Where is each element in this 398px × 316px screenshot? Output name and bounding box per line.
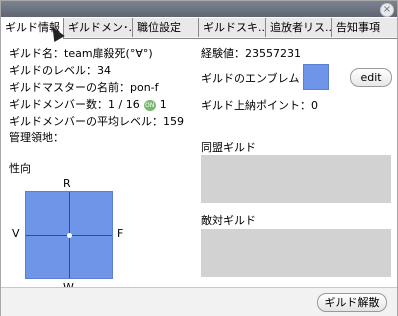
territory: 管理領地： <box>9 131 64 144</box>
online-icon: ON <box>143 100 156 111</box>
tribute-points: ギルド上納ポイント：0 <box>201 99 318 112</box>
tab-position-settings[interactable]: 職位設定 <box>133 18 199 37</box>
guild-level: ギルドのレベル：34 <box>9 64 111 77</box>
edit-button[interactable]: edit <box>350 68 392 87</box>
experience: 経験値：23557231 <box>201 47 301 60</box>
emblem-label: ギルドのエンブレム <box>201 72 300 85</box>
tendency-grid <box>25 191 113 279</box>
member-count: ギルドメンバー数：1 / 16 <box>9 98 140 111</box>
tab-notice[interactable]: 告知事項 <box>332 18 397 37</box>
online-count: 1 <box>159 98 167 111</box>
alliance-label: 同盟ギルド <box>201 141 256 154</box>
enemy-label: 敵対ギルド <box>201 214 256 227</box>
tendency-right-label: F <box>117 227 124 240</box>
tab-guild-skills[interactable]: ギルドスキ... <box>199 18 266 37</box>
tendency-marker <box>67 233 72 238</box>
alliance-list <box>201 155 391 203</box>
member-count-row: ギルドメンバー数：1 / 16 ON 1 <box>9 96 167 112</box>
guild-info-panel: ギルド名：team扉殺死(°∀°) ギルドのレベル：34 ギルドマスターの名前：… <box>1 39 397 294</box>
tab-expelled-list[interactable]: 追放者リス... <box>266 18 332 37</box>
tendency-left-label: V <box>12 227 20 240</box>
guild-name: ギルド名：team扉殺死(°∀°) <box>9 47 153 60</box>
tendency-title: 性向 <box>9 162 31 175</box>
guild-window: × ギルド情報 ギルドメン･... 職位設定 ギルドスキ... 追放者リス...… <box>0 0 398 316</box>
tab-guild-members[interactable]: ギルドメン･... <box>64 18 133 37</box>
title-bar[interactable]: × <box>1 1 397 17</box>
guild-master-name: ギルドマスターの名前：pon-f <box>9 81 159 94</box>
tendency-top-label: R <box>63 177 71 190</box>
close-icon[interactable]: × <box>380 3 394 17</box>
enemy-list <box>201 229 391 277</box>
footer-bar: ギルド解散 <box>1 287 397 316</box>
guild-emblem <box>303 64 329 90</box>
dissolve-guild-button[interactable]: ギルド解散 <box>317 293 387 312</box>
average-level: ギルドメンバーの平均レベル：159 <box>9 115 184 128</box>
